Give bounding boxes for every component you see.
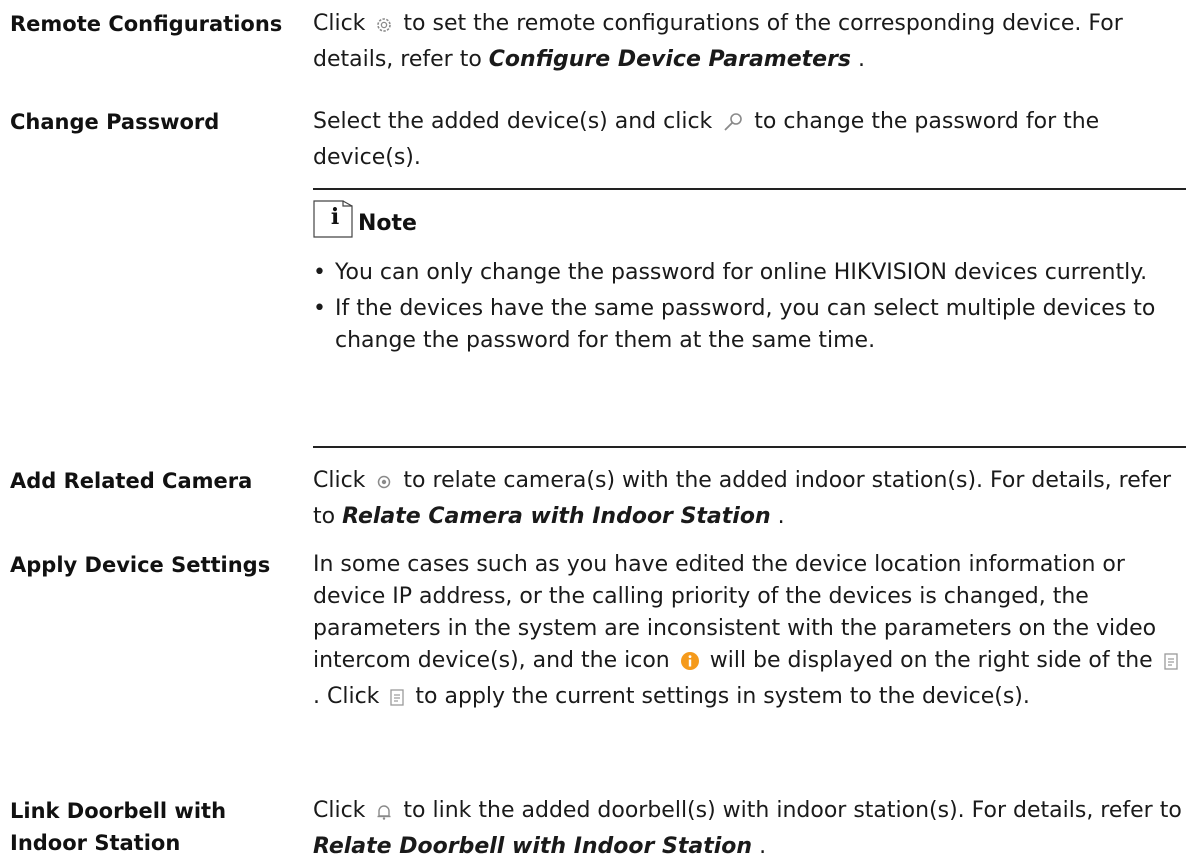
note-list: You can only change the password for onl… (313, 257, 1183, 361)
desc-change-password: Select the added device(s) and click to … (313, 106, 1191, 174)
gear-icon[interactable] (375, 12, 393, 44)
desc-text: Click (313, 798, 366, 823)
desc-text: Click (313, 11, 366, 36)
desc-remote-configurations: Click to set the remote configurations o… (313, 8, 1191, 76)
term-change-password: Change Password (10, 110, 220, 134)
camera-icon[interactable] (375, 469, 393, 501)
desc-link-doorbell: Click to link the added doorbell(s) with… (313, 795, 1191, 863)
info-icon (680, 649, 700, 681)
desc-text: will be displayed on the right side of t… (709, 648, 1153, 673)
note-top-rule (313, 188, 1186, 190)
desc-text: . (777, 504, 785, 529)
desc-text: to apply the current settings in system … (415, 684, 1030, 709)
list-item: You can only change the password for onl… (313, 257, 1183, 289)
desc-apply-device-settings: In some cases such as you have edited th… (313, 549, 1191, 717)
info-note-icon: i (313, 200, 353, 238)
desc-text: to link the added doorbell(s) with indoo… (403, 798, 1182, 823)
link-relate-doorbell[interactable]: Relate Doorbell with Indoor Station (313, 834, 752, 859)
note-bottom-rule (313, 446, 1186, 448)
term-apply-device-settings: Apply Device Settings (10, 553, 271, 577)
link-configure-device-parameters[interactable]: Configure Device Parameters (489, 47, 851, 72)
bell-icon[interactable] (375, 799, 393, 831)
desc-text: Select the added device(s) and click (313, 109, 713, 134)
term-link-doorbell: Link Doorbell with Indoor Station (10, 799, 227, 855)
desc-add-related-camera: Click to relate camera(s) with the added… (313, 465, 1191, 533)
term-remote-configurations: Remote Configurations (10, 12, 283, 36)
note-label: Note (358, 211, 417, 236)
term-add-related-camera: Add Related Camera (10, 469, 253, 493)
desc-text: Click (313, 468, 366, 493)
key-icon[interactable] (722, 110, 744, 142)
link-relate-camera[interactable]: Relate Camera with Indoor Station (342, 504, 771, 529)
svg-text:i: i (331, 204, 339, 230)
apply-settings-icon[interactable] (1163, 649, 1179, 681)
desc-text: . Click (313, 684, 380, 709)
desc-text: . (858, 47, 866, 72)
list-item: If the devices have the same password, y… (313, 293, 1183, 357)
desc-text: . (759, 834, 767, 859)
apply-settings-icon[interactable] (389, 685, 405, 717)
